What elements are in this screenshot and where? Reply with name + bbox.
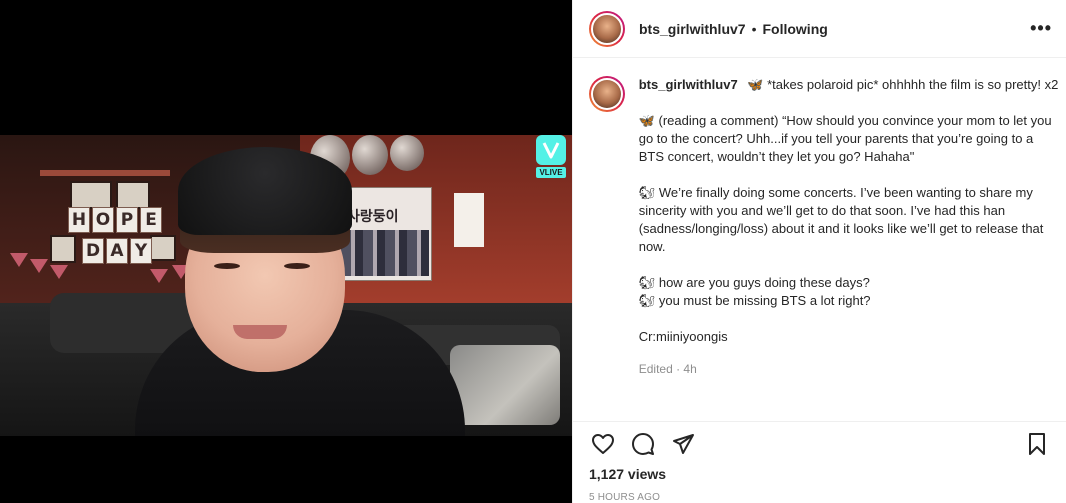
comment-icon[interactable] xyxy=(629,430,657,458)
v-logo-icon xyxy=(536,135,566,165)
caption-paragraph: 🐿 how are you guys doing these days? 🐿 y… xyxy=(638,275,871,308)
post-timestamp[interactable]: 5 HOURS AGO xyxy=(589,492,660,503)
username-link[interactable]: bts_girlwithluv7 xyxy=(639,21,746,37)
banner-letter: A xyxy=(106,238,128,264)
post-header: bts_girlwithluv7 • Following ••• xyxy=(573,0,1066,58)
bookmark-icon[interactable] xyxy=(1023,430,1051,458)
edited-label: Edited · 4h xyxy=(638,362,697,376)
action-bar xyxy=(573,421,1066,461)
banner-letter: O xyxy=(92,207,114,233)
caption-paragraph: 🦋 (reading a comment) “How should you co… xyxy=(638,113,1052,164)
banner-letter: P xyxy=(116,207,138,233)
view-count[interactable]: 1,127 views xyxy=(589,466,666,482)
instagram-post: H O P E D A Y 사랑둥이 VLIVE bts_girlwithluv… xyxy=(0,0,1066,503)
post-media[interactable]: H O P E D A Y 사랑둥이 VLIVE xyxy=(0,0,572,503)
caption: bts_girlwithluv7 🦋 *takes polaroid pic* … xyxy=(589,76,1059,378)
caption-credit: Cr:miiniyoongis xyxy=(638,329,728,344)
caption-avatar[interactable] xyxy=(589,76,625,112)
separator-dot: • xyxy=(751,20,757,37)
more-options-icon[interactable]: ••• xyxy=(1030,18,1052,39)
avatar[interactable] xyxy=(589,10,625,47)
banner-letter: D xyxy=(82,238,104,264)
sticky-note xyxy=(454,193,484,247)
banner-letter: E xyxy=(140,207,162,233)
caption-username-link[interactable]: bts_girlwithluv7 xyxy=(639,77,738,92)
video-frame[interactable]: H O P E D A Y 사랑둥이 VLIVE xyxy=(0,135,572,436)
paper-plane-icon[interactable] xyxy=(669,430,697,458)
post-sidebar: bts_girlwithluv7 • Following ••• bts_gir… xyxy=(572,0,1066,503)
banner-letter: H xyxy=(68,207,90,233)
caption-text: bts_girlwithluv7 🦋 *takes polaroid pic* … xyxy=(639,76,1059,378)
caption-paragraph: 🦋 *takes polaroid pic* ohhhhh the film i… xyxy=(747,77,1059,92)
heart-icon[interactable] xyxy=(589,430,617,458)
vlive-watermark: VLIVE xyxy=(532,135,570,183)
caption-paragraph: 🐿 We’re finally doing some concerts. I’v… xyxy=(638,185,1044,254)
following-button[interactable]: Following xyxy=(762,21,827,37)
banner-letter: Y xyxy=(130,238,152,264)
vlive-label: VLIVE xyxy=(536,167,566,178)
beanie xyxy=(178,147,352,235)
poster-text: 사랑둥이 xyxy=(347,209,399,225)
